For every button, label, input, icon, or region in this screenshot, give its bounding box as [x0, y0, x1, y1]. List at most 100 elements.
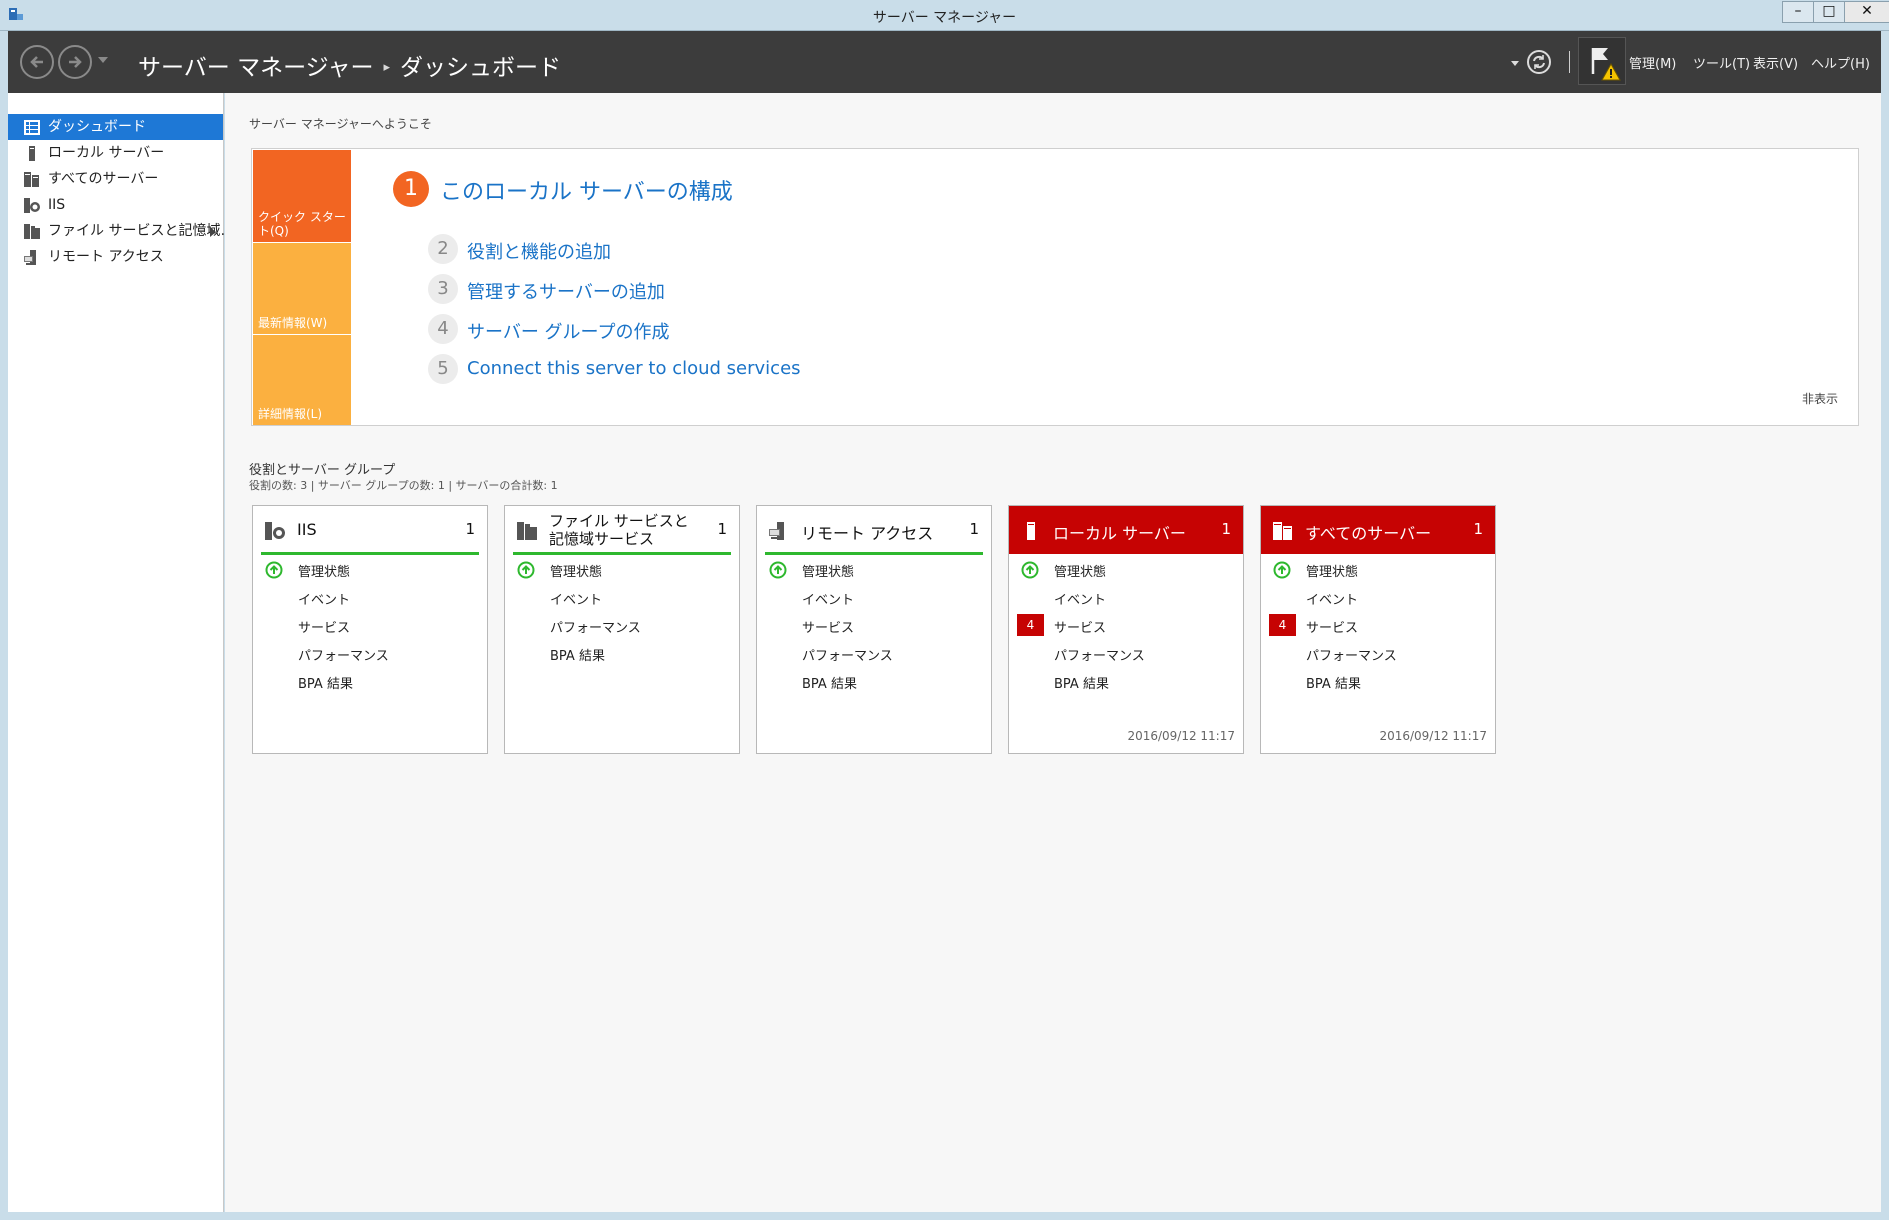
breadcrumb-separator-icon: ▸ [383, 60, 391, 75]
tile-row-services[interactable]: 4 サービス [1009, 614, 1243, 636]
notifications-button[interactable] [1578, 37, 1626, 85]
hide-welcome-link[interactable]: 非表示 [1802, 390, 1838, 407]
forward-button[interactable] [58, 45, 92, 79]
tile-row-services[interactable]: 4 サービス [1261, 614, 1495, 636]
tile-row-performance[interactable]: パフォーマンス [253, 642, 487, 664]
tile-row-services[interactable]: サービス [253, 614, 487, 636]
tile-count: 1 [969, 520, 979, 538]
dashboard-icon [24, 120, 40, 135]
tile-header[interactable]: IIS 1 [253, 506, 487, 554]
step-number: 5 [428, 354, 458, 384]
row-label: 管理状態 [1306, 565, 1359, 580]
file-services-icon [24, 224, 40, 239]
breadcrumb-current: ダッシュボード [400, 55, 562, 81]
role-tile-local-server[interactable]: ローカル サーバー 1 管理状態 イベント 4 サービス パフォーマンス BPA… [1008, 505, 1244, 754]
tile-header[interactable]: ローカル サーバー 1 [1009, 506, 1243, 554]
tab-whats-new[interactable]: 最新情報(W) [253, 243, 351, 334]
tile-row-manageability[interactable]: 管理状態 [1009, 558, 1243, 580]
tile-title: ローカル サーバー [1053, 524, 1186, 543]
menu-view[interactable]: 表示(V) [1753, 53, 1798, 72]
create-server-group-link[interactable]: サーバー グループの作成 [467, 318, 669, 344]
connect-cloud-services-link[interactable]: Connect this server to cloud services [467, 358, 801, 379]
arrow-right-icon [69, 56, 82, 68]
configure-local-server-link[interactable]: このローカル サーバーの構成 [440, 174, 733, 206]
tile-row-performance[interactable]: パフォーマンス [1261, 642, 1495, 664]
tile-row-bpa[interactable]: BPA 結果 [757, 670, 991, 692]
sidebar-item-label: すべてのサーバー [48, 171, 159, 187]
tile-row-manageability[interactable]: 管理状態 [253, 558, 487, 580]
tile-row-services[interactable]: サービス [757, 614, 991, 636]
status-ok-icon [1021, 561, 1039, 579]
row-label: BPA 結果 [1054, 677, 1109, 692]
menu-manage[interactable]: 管理(M) [1629, 53, 1676, 72]
recent-dropdown-icon[interactable] [1511, 61, 1519, 66]
tile-header[interactable]: すべてのサーバー 1 [1261, 506, 1495, 554]
sidebar-item-local-server[interactable]: ローカル サーバー [8, 140, 223, 166]
tile-header[interactable]: リモート アクセス 1 [757, 506, 991, 554]
back-button[interactable] [20, 45, 54, 79]
tile-row-manageability[interactable]: 管理状態 [505, 558, 739, 580]
maximize-button[interactable]: □ [1813, 1, 1845, 23]
role-tile-iis[interactable]: IIS 1 管理状態 イベント サービス パフォーマンス BPA 結果 [252, 505, 488, 754]
window-titlebar[interactable]: サーバー マネージャー – □ ✕ [0, 0, 1889, 31]
row-label: サービス [298, 621, 351, 636]
step-number: 2 [428, 234, 458, 264]
tile-status-bar [513, 552, 731, 555]
tile-row-events[interactable]: イベント [757, 586, 991, 608]
refresh-icon[interactable] [1526, 49, 1552, 75]
sidebar-item-file-services[interactable]: ファイル サービスと記憶域… [8, 218, 234, 244]
sidebar-item-dashboard[interactable]: ダッシュボード [8, 114, 223, 140]
row-label: パフォーマンス [550, 621, 641, 636]
tile-row-manageability[interactable]: 管理状態 [757, 558, 991, 580]
role-tile-remote-access[interactable]: リモート アクセス 1 管理状態 イベント サービス パフォーマンス BPA 結… [756, 505, 992, 754]
row-label: パフォーマンス [802, 649, 893, 664]
menu-tools[interactable]: ツール(T) [1693, 53, 1750, 72]
tile-title: IIS [297, 520, 317, 539]
sidebar-item-iis[interactable]: IIS [8, 192, 223, 218]
tile-row-events[interactable]: イベント [1261, 586, 1495, 608]
tile-row-performance[interactable]: パフォーマンス [1009, 642, 1243, 664]
tile-row-manageability[interactable]: 管理状態 [1261, 558, 1495, 580]
minimize-button[interactable]: – [1782, 1, 1814, 23]
status-ok-icon [1273, 561, 1291, 579]
add-roles-features-link[interactable]: 役割と機能の追加 [467, 238, 611, 264]
tile-row-events[interactable]: イベント [505, 586, 739, 608]
role-tile-file-services[interactable]: ファイル サービスと記憶域サービス 1 管理状態 イベント パフォーマンス BP… [504, 505, 740, 754]
close-button[interactable]: ✕ [1844, 1, 1889, 23]
iis-icon [24, 198, 40, 213]
server-icon [29, 146, 35, 161]
row-label: サービス [1054, 621, 1107, 636]
window-title: サーバー マネージャー [872, 10, 1017, 26]
alert-count-badge: 4 [1017, 614, 1044, 636]
main-content: サーバー マネージャーへようこそ クイック スタート(Q) 最新情報(W) 詳細… [225, 93, 1881, 1212]
tile-timestamp: 2016/09/12 11:17 [1127, 729, 1235, 743]
expand-arrow-icon[interactable] [210, 227, 216, 237]
tile-row-performance[interactable]: パフォーマンス [505, 614, 739, 636]
role-tile-all-servers[interactable]: すべてのサーバー 1 管理状態 イベント 4 サービス パフォーマンス BPA … [1260, 505, 1496, 754]
tile-title: リモート アクセス [801, 524, 934, 543]
tab-quick-start[interactable]: クイック スタート(Q) [253, 150, 351, 242]
tile-row-bpa[interactable]: BPA 結果 [253, 670, 487, 692]
sidebar-item-label: リモート アクセス [48, 249, 164, 265]
sidebar-item-remote-access[interactable]: リモート アクセス [8, 244, 223, 270]
tile-row-bpa[interactable]: BPA 結果 [505, 642, 739, 664]
breadcrumb-root[interactable]: サーバー マネージャー [138, 55, 373, 81]
tile-row-bpa[interactable]: BPA 結果 [1261, 670, 1495, 692]
welcome-heading: サーバー マネージャーへようこそ [249, 117, 432, 131]
menu-help[interactable]: ヘルプ(H) [1811, 53, 1870, 72]
tile-row-bpa[interactable]: BPA 結果 [1009, 670, 1243, 692]
tab-learn-more[interactable]: 詳細情報(L) [253, 335, 351, 425]
sidebar-item-all-servers[interactable]: すべてのサーバー [8, 166, 223, 192]
history-dropdown-icon[interactable] [98, 57, 108, 63]
servers-icon [1273, 522, 1292, 540]
tile-row-performance[interactable]: パフォーマンス [757, 642, 991, 664]
add-servers-link[interactable]: 管理するサーバーの追加 [467, 278, 665, 304]
status-ok-icon [517, 561, 535, 579]
status-ok-icon [265, 561, 283, 579]
tile-row-events[interactable]: イベント [253, 586, 487, 608]
row-label: 管理状態 [1054, 565, 1107, 580]
tile-header[interactable]: ファイル サービスと記憶域サービス 1 [505, 506, 739, 554]
tile-row-events[interactable]: イベント [1009, 586, 1243, 608]
row-label: パフォーマンス [1306, 649, 1397, 664]
step-number: 4 [428, 314, 458, 344]
